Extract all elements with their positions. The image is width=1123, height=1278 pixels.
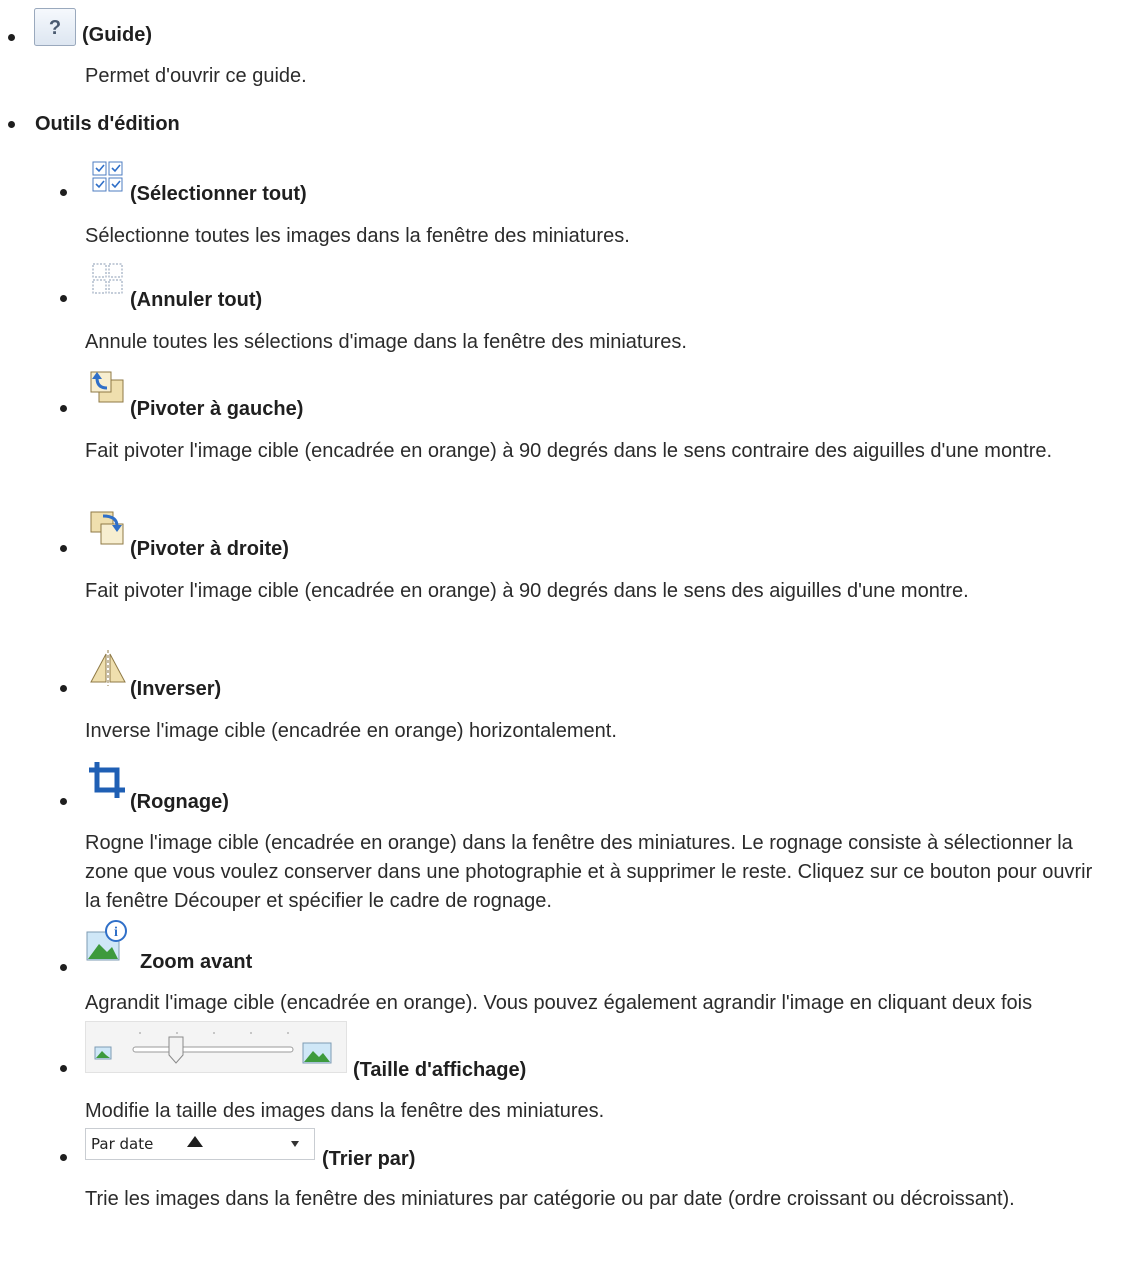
tool-description-flip: Inverse l'image cible (encadrée en orang… [85, 720, 617, 742]
guide-title: (Guide) [82, 24, 152, 46]
bullet [60, 1154, 67, 1161]
bullet [60, 798, 67, 805]
tool-title-rotate-left: (Pivoter à gauche) [130, 398, 304, 420]
bullet [8, 121, 15, 128]
tool-description-cancel-all: Annule toutes les sélections d'image dan… [85, 331, 687, 353]
zoom-in-icon[interactable]: i [85, 918, 131, 966]
tool-description-crop: Rogne l'image cible (encadrée en orange)… [85, 832, 1093, 912]
select-all-icon[interactable] [87, 160, 127, 196]
tool-description-select-all: Sélectionne toutes les images dans la fe… [85, 225, 630, 247]
bullet [60, 685, 67, 692]
tool-title-cancel-all: (Annuler tout) [130, 289, 263, 311]
svg-text:i: i [114, 925, 118, 940]
tool-title-display-size: (Taille d'affichage) [353, 1059, 527, 1081]
rotate-right-icon[interactable] [87, 508, 129, 550]
rotate-left-icon[interactable] [87, 368, 129, 410]
flip-icon[interactable] [87, 648, 129, 688]
tool-description-rotate-right: Fait pivoter l'image cible (encadrée en … [85, 580, 969, 602]
bullet [60, 545, 67, 552]
section-title: Outils d'édition [35, 113, 180, 135]
sort-dropdown[interactable]: Par date [85, 1128, 315, 1160]
tool-description-sort-by: Trie les images dans la fenêtre des mini… [85, 1188, 1015, 1210]
tool-title-crop: (Rognage) [130, 791, 229, 813]
tool-title-zoom-in: Zoom avant [140, 951, 253, 973]
chevron-down-icon[interactable] [291, 1141, 299, 1147]
crop-icon[interactable] [87, 760, 129, 800]
sort-ascending-icon [187, 1136, 203, 1147]
question-mark-icon[interactable]: ? [34, 8, 76, 46]
tool-title-select-all: (Sélectionner tout) [130, 183, 307, 205]
tool-description-display-size: Modifie la taille des images dans la fen… [85, 1100, 605, 1122]
tool-title-flip: (Inverser) [130, 678, 222, 700]
cancel-all-icon[interactable] [87, 262, 127, 298]
bullet [60, 295, 67, 302]
bullet [60, 189, 67, 196]
bullet [60, 964, 67, 971]
sort-dropdown-value: Par date [91, 1135, 154, 1153]
tool-description-rotate-left: Fait pivoter l'image cible (encadrée en … [85, 440, 1053, 462]
svg-text:?: ? [49, 17, 61, 39]
guide-description: Permet d'ouvrir ce guide. [85, 65, 307, 87]
bullet [8, 34, 15, 41]
tool-title-sort-by: (Trier par) [322, 1148, 416, 1170]
tool-title-rotate-right: (Pivoter à droite) [130, 538, 289, 560]
display-size-slider[interactable] [85, 1021, 347, 1073]
bullet [60, 405, 67, 412]
bullet [60, 1065, 67, 1072]
